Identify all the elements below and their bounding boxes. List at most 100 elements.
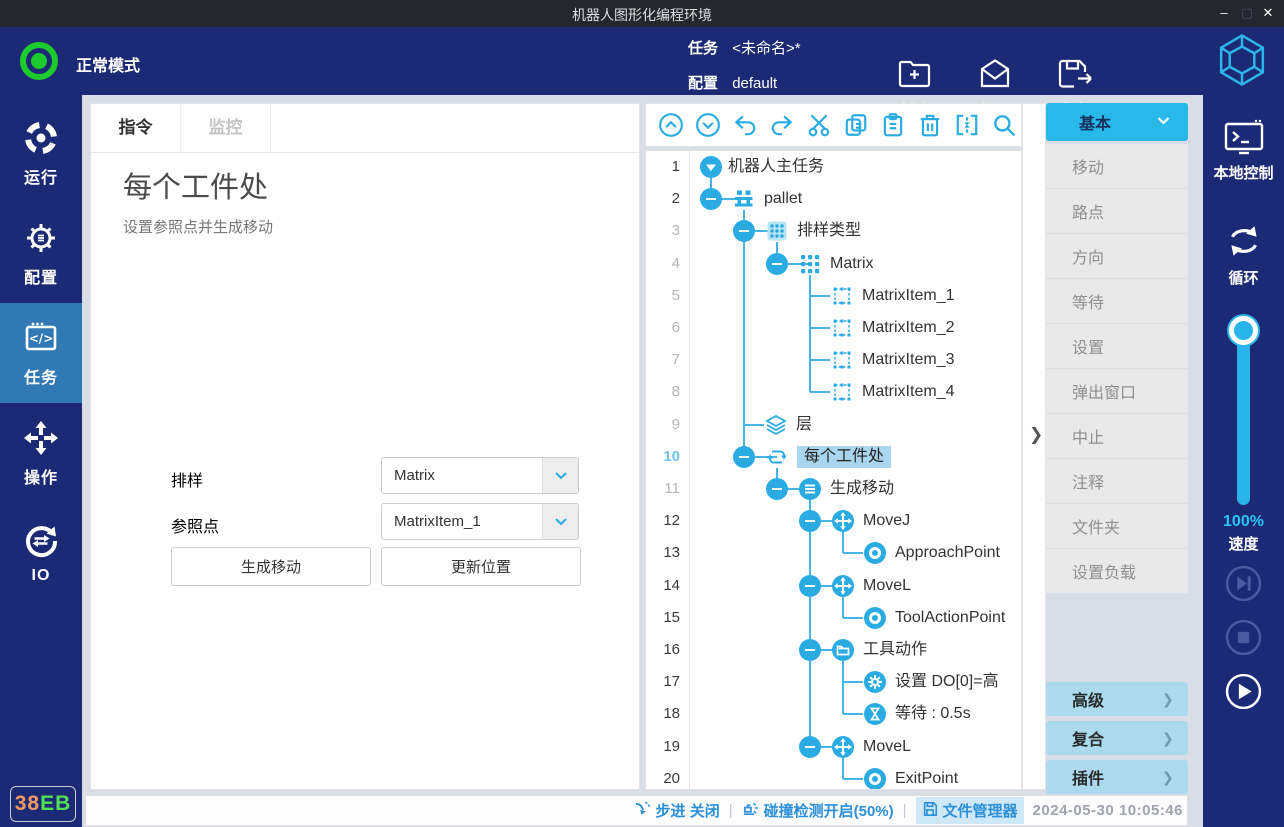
tree-row-label[interactable]: Matrix (830, 253, 874, 275)
tree-collapse-control[interactable] (799, 736, 821, 758)
tree-row-number: 1 (646, 157, 680, 177)
library-header-basic[interactable]: 基本 (1046, 103, 1188, 141)
toolbar-undo-icon[interactable] (732, 112, 758, 138)
tree-collapse-control[interactable] (733, 446, 755, 468)
tree-row-label[interactable]: 排样类型 (797, 220, 861, 242)
library-item-label: 移动 (1046, 154, 1104, 178)
library-item[interactable]: 移动 (1046, 144, 1188, 188)
tree-row-label[interactable]: 设置 DO[0]=高 (895, 671, 999, 693)
tab-instruction[interactable]: 指令 (91, 104, 181, 152)
mode-indicator[interactable]: 正常模式 (18, 40, 140, 87)
tree-row-label[interactable]: 工具动作 (863, 639, 927, 661)
tree-collapse-control[interactable] (766, 253, 788, 275)
tree-row-label[interactable]: 层 (796, 414, 812, 436)
mode-status-icon (18, 40, 60, 87)
brand-logo-icon (1215, 32, 1269, 93)
tree-row-label[interactable]: MatrixItem_2 (862, 317, 954, 339)
tree-collapse-control[interactable] (799, 575, 821, 597)
tree-row-label[interactable]: 每个工件处 (797, 446, 891, 468)
collision-status[interactable]: 碰撞检测开启(50%) (742, 800, 894, 821)
tree-row-label[interactable]: pallet (764, 188, 802, 210)
select-pattern[interactable]: Matrix (381, 457, 579, 494)
tab-monitor[interactable]: 监控 (181, 104, 271, 152)
toolbar-copy-icon[interactable] (843, 112, 869, 138)
sidebar-item-io[interactable]: IO (0, 503, 82, 603)
library-item[interactable]: 设置负载 (1046, 549, 1188, 593)
step-mode-status[interactable]: 步进 关闭 (634, 800, 720, 821)
library-group[interactable]: 高级❯ (1046, 682, 1188, 716)
toolbar-move-down-icon[interactable] (695, 112, 721, 138)
tree-row-label[interactable]: MoveJ (863, 510, 910, 532)
minimize-button[interactable]: – (1214, 3, 1234, 23)
toolbar-paste-icon[interactable] (880, 112, 906, 138)
config-row: 配置 default (688, 72, 777, 93)
tree-collapse-control[interactable] (766, 478, 788, 500)
library-item[interactable]: 等待 (1046, 279, 1188, 323)
local-control-icon[interactable] (1222, 118, 1266, 163)
tree-collapse-control[interactable] (700, 188, 722, 210)
close-button[interactable]: ✕ (1258, 3, 1278, 23)
tree-collapse-control[interactable] (799, 639, 821, 661)
sidebar-item-run[interactable]: 运行 (0, 103, 82, 203)
window-title: 机器人图形化编程环境 (0, 5, 1284, 25)
library-item[interactable]: 中止 (1046, 414, 1188, 458)
sidebar-item-config[interactable]: 配置 (0, 203, 82, 303)
hourglass-icon (863, 702, 887, 726)
library-item[interactable]: 文件夹 (1046, 504, 1188, 548)
status-bar: 步进 关闭 | 碰撞检测开启(50%) | 文件管理器 2024-05-30 1… (85, 795, 1188, 826)
tree-connector (809, 500, 811, 747)
tree-row-label[interactable]: MoveL (863, 575, 911, 597)
library-item[interactable]: 设置 (1046, 324, 1188, 368)
toolbar-redo-icon[interactable] (769, 112, 795, 138)
toolbar-cut-icon[interactable] (806, 112, 832, 138)
step-forward-button[interactable] (1225, 565, 1262, 602)
tree-row-label[interactable]: ApproachPoint (895, 542, 1000, 564)
robot-id-badge[interactable]: 38EB (10, 786, 76, 822)
tree-collapse-control[interactable] (799, 510, 821, 532)
toolbar-delete-icon[interactable] (917, 112, 943, 138)
speed-slider-handle[interactable] (1229, 316, 1258, 345)
expand-panel-chevron-icon[interactable]: ❯ (1029, 425, 1043, 445)
library-group[interactable]: 插件❯ (1046, 760, 1188, 794)
toolbar-search-icon[interactable] (991, 112, 1017, 138)
maximize-button[interactable]: ▢ (1237, 3, 1257, 23)
library-group[interactable]: 复合❯ (1046, 721, 1188, 755)
stop-button[interactable] (1225, 619, 1262, 656)
badge-prefix: 38 (15, 792, 40, 816)
tree-row-label[interactable]: 生成移动 (830, 478, 894, 500)
tree-row-label[interactable]: MatrixItem_1 (862, 285, 954, 307)
library-item[interactable]: 注释 (1046, 459, 1188, 503)
tree-row-label[interactable]: MatrixItem_4 (862, 381, 954, 403)
library-item-label: 注释 (1046, 469, 1104, 493)
right-sidebar: 本地控制 循环 100% 速度 (1203, 95, 1284, 827)
tree-row-number: 15 (646, 608, 680, 628)
update-position-button[interactable]: 更新位置 (381, 547, 581, 586)
library-item[interactable]: 方向 (1046, 234, 1188, 278)
play-button[interactable] (1225, 673, 1262, 710)
config-label: 配置 (688, 75, 718, 92)
select-reference[interactable]: MatrixItem_1 (381, 503, 579, 540)
tree-row-label[interactable]: MatrixItem_3 (862, 349, 954, 371)
toolbar-move-up-icon[interactable] (658, 112, 684, 138)
tree-row-label[interactable]: ToolActionPoint (895, 607, 1005, 629)
library-group-label: 高级 (1046, 687, 1162, 711)
tree-row-number: 16 (646, 640, 680, 660)
tree-row-label[interactable]: MoveL (863, 736, 911, 758)
library-item-label: 文件夹 (1046, 514, 1120, 538)
tree-row-label[interactable]: 等待 : 0.5s (895, 703, 971, 725)
library-item[interactable]: 弹出窗口 (1046, 369, 1188, 413)
tree-row-number: 8 (646, 382, 680, 402)
file-manager-button[interactable]: 文件管理器 (916, 797, 1024, 824)
cycle-icon[interactable] (1223, 220, 1265, 267)
sidebar-item-task[interactable]: </>任务 (0, 303, 82, 403)
tree-connector (810, 359, 830, 361)
tree-connector (842, 532, 844, 553)
tree-collapse-control[interactable] (733, 220, 755, 242)
toolbar-collapse-icon[interactable] (954, 112, 980, 138)
tree-row-label[interactable]: ExitPoint (895, 768, 958, 790)
speed-slider-track[interactable] (1237, 325, 1250, 505)
sidebar-item-operate[interactable]: 操作 (0, 403, 82, 503)
tree-row-label[interactable]: 机器人主任务 (728, 156, 824, 178)
library-item[interactable]: 路点 (1046, 189, 1188, 233)
generate-moves-button[interactable]: 生成移动 (171, 547, 371, 586)
